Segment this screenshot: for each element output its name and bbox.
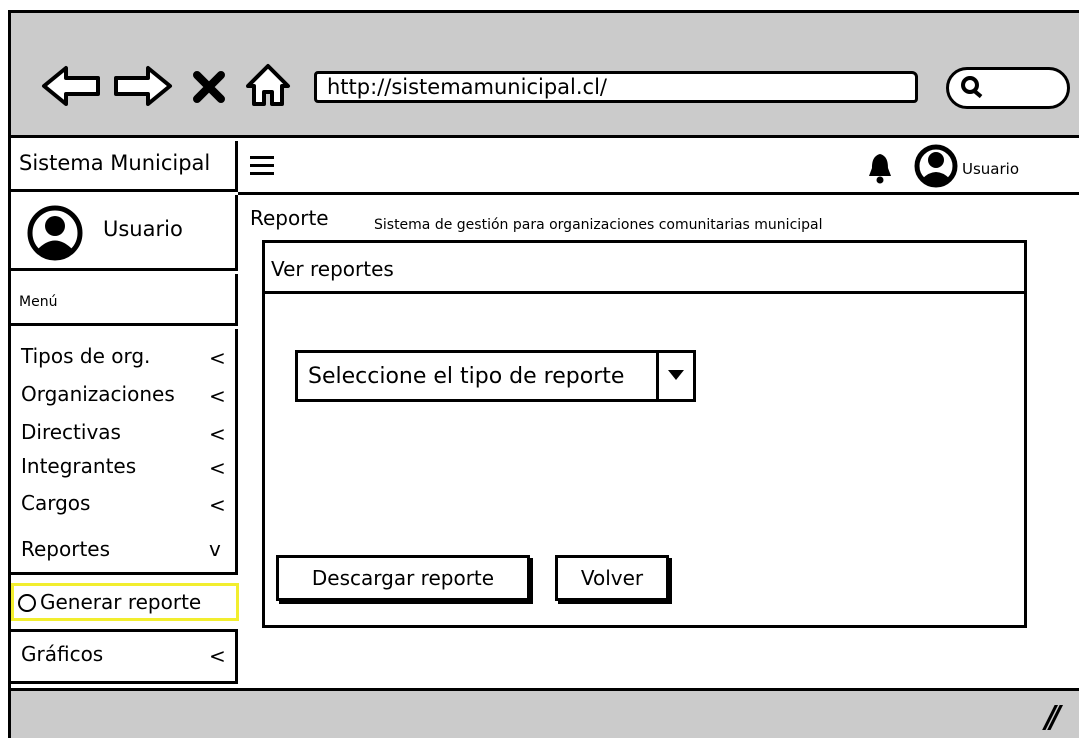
chevron-left-icon: < — [209, 456, 226, 480]
report-type-select[interactable]: Seleccione el tipo de reporte — [295, 350, 696, 402]
chevron-left-icon: < — [209, 493, 226, 517]
chevron-left-icon: < — [209, 644, 226, 668]
home-icon[interactable] — [244, 62, 292, 108]
sidebar-item-tipos-de-org[interactable]: Tipos de org. — [21, 344, 150, 368]
sidebar-item-directivas[interactable]: Directivas — [21, 420, 121, 444]
radio-circle-icon — [18, 594, 36, 612]
sidebar-item-cargos[interactable]: Cargos — [21, 491, 90, 515]
user-avatar-icon — [27, 205, 83, 261]
hamburger-menu-icon[interactable] — [250, 156, 274, 180]
dropdown-arrow-icon[interactable] — [656, 353, 693, 399]
status-bar — [11, 688, 1079, 738]
sidebar-item-organizaciones[interactable]: Organizaciones — [21, 382, 175, 406]
sidebar-item-integrantes[interactable]: Integrantes — [21, 454, 136, 478]
page-title: Reporte — [250, 206, 329, 230]
brand-title: Sistema Municipal — [11, 141, 238, 192]
stop-x-icon[interactable] — [192, 70, 226, 104]
sidebar-item-reportes[interactable]: Reportes — [21, 537, 110, 561]
menu-header: Menú — [11, 274, 238, 326]
chevron-left-icon: < — [209, 422, 226, 446]
sidebar-subitem-generar-reporte[interactable]: Generar reporte — [11, 583, 239, 621]
chevron-down-icon: v — [209, 537, 221, 561]
url-text: http://sistemamunicipal.cl/ — [327, 75, 607, 99]
chevron-left-icon: < — [209, 346, 226, 370]
back-arrow-icon[interactable] — [40, 64, 102, 108]
download-report-button[interactable]: Descargar reporte — [276, 555, 530, 601]
sidebar-user-label: Usuario — [103, 217, 183, 241]
panel-title: Ver reportes — [265, 243, 1024, 294]
divider — [238, 192, 1079, 195]
page-subtitle: Sistema de gestión para organizaciones c… — [374, 217, 823, 233]
sidebar-menu: Tipos de org. < Organizaciones < Directi… — [11, 329, 238, 575]
search-icon — [961, 76, 979, 94]
select-value: Seleccione el tipo de reporte — [308, 364, 625, 389]
graficos-label: Gráficos — [21, 642, 104, 666]
bell-icon[interactable] — [866, 152, 894, 184]
generar-reporte-label: Generar reporte — [40, 590, 202, 614]
browser-search-box[interactable] — [946, 67, 1070, 109]
resize-grip-icon[interactable]: // — [1045, 700, 1061, 735]
back-button[interactable]: Volver — [555, 555, 669, 601]
sidebar-item-graficos[interactable]: Gráficos < — [11, 629, 238, 684]
sidebar-user-panel: Usuario — [11, 195, 238, 271]
forward-arrow-icon[interactable] — [112, 64, 174, 108]
user-avatar-icon[interactable] — [914, 144, 958, 188]
chevron-left-icon: < — [209, 384, 226, 408]
url-bar[interactable]: http://sistemamunicipal.cl/ — [314, 71, 918, 103]
report-panel: Ver reportes Seleccione el tipo de repor… — [262, 240, 1027, 628]
top-user-label[interactable]: Usuario — [962, 160, 1019, 178]
